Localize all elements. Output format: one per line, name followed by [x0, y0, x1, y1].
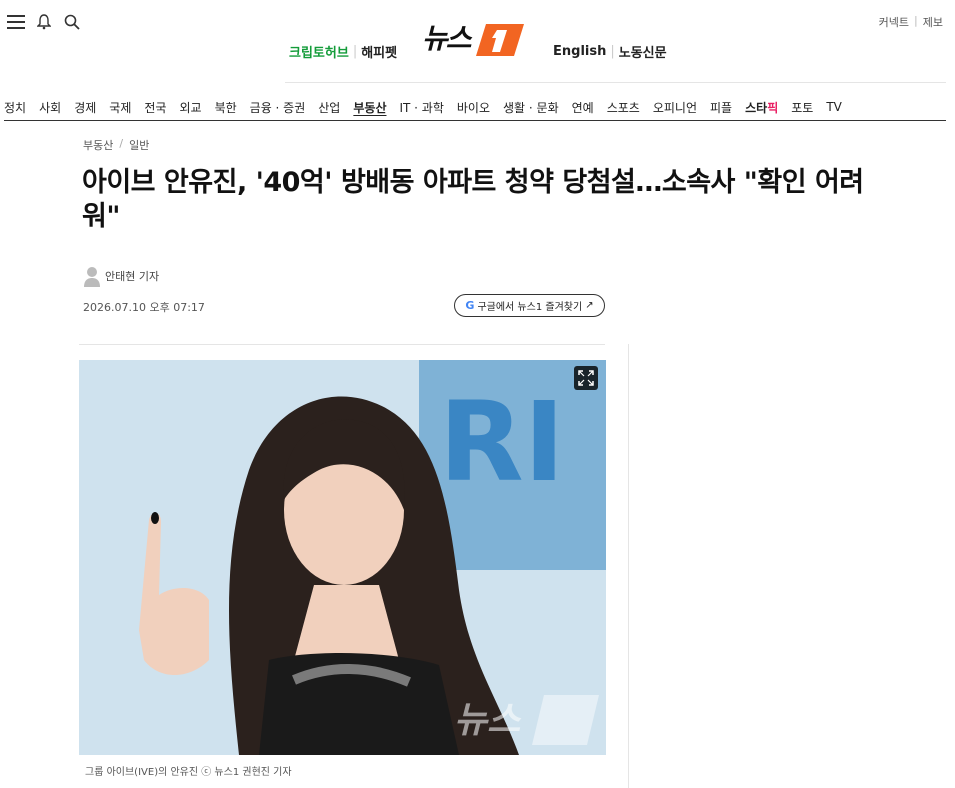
- article-photo[interactable]: RI 뉴스: [79, 360, 606, 755]
- reporter-avatar-icon: [84, 267, 100, 287]
- news1-logo[interactable]: 뉴스: [422, 18, 528, 62]
- google-icon: G: [465, 299, 475, 312]
- article-headline: 아이브 안유진, '40억' 방배동 아파트 청약 당첨설…소속사 "확인 어려…: [82, 167, 864, 232]
- breadcrumb-separator: /: [119, 137, 124, 150]
- nav-item-sports[interactable]: 스포츠: [607, 99, 640, 116]
- nav-item-life-culture[interactable]: 생활 · 문화: [503, 99, 559, 116]
- english-link[interactable]: English: [553, 44, 606, 59]
- svg-text:뉴스: 뉴스: [422, 22, 473, 55]
- nav-item-politics[interactable]: 정치: [4, 99, 26, 116]
- svg-text:뉴스: 뉴스: [454, 700, 522, 741]
- nav-item-photo[interactable]: 포토: [791, 99, 813, 116]
- breadcrumb: 부동산 / 일반: [83, 137, 149, 153]
- photo-caption: 그룹 아이브(IVE)의 안유진 ⓒ 뉴스1 권현진 기자: [85, 767, 292, 778]
- reporter-name[interactable]: 안태현 기자: [105, 268, 159, 284]
- nav-item-nationwide[interactable]: 전국: [144, 99, 166, 116]
- nav-item-economy[interactable]: 경제: [74, 99, 96, 116]
- north-korea-paper-link[interactable]: 노동신문: [619, 42, 667, 61]
- nav-item-starpick[interactable]: 스타픽: [745, 99, 778, 116]
- nav-item-it-science[interactable]: IT · 과학: [399, 99, 443, 116]
- starpick-sub: 픽: [767, 100, 779, 115]
- google-button-label: 구글에서 뉴스1 즐겨찾기: [477, 302, 583, 313]
- starpick-main: 스타: [745, 100, 768, 115]
- breadcrumb-section[interactable]: 부동산: [83, 137, 113, 153]
- breadcrumb-subsection[interactable]: 일반: [129, 137, 149, 153]
- header: 크립토허브 | 해피펫 뉴스 English | 노동신문: [0, 18, 955, 66]
- nav-item-finance[interactable]: 금융 · 증권: [250, 99, 306, 116]
- sidebar-divider: [628, 344, 629, 788]
- publish-date: 2026.07.10 오후 07:17: [83, 301, 205, 314]
- nav-item-bio[interactable]: 바이오: [457, 99, 490, 116]
- nav-item-opinion[interactable]: 오피니언: [653, 99, 697, 116]
- photo-illustration: RI 뉴스: [79, 360, 606, 755]
- google-favorite-button[interactable]: G 구글에서 뉴스1 즐겨찾기 ↗: [454, 294, 605, 317]
- happypet-link[interactable]: 해피펫: [361, 42, 397, 61]
- header-right-links: English | 노동신문: [553, 42, 667, 61]
- header-left-links: 크립토허브 | 해피펫: [289, 42, 397, 61]
- separator: |: [352, 44, 358, 59]
- byline: 안태현 기자: [83, 265, 159, 287]
- nav-item-tv[interactable]: TV: [826, 100, 842, 114]
- nav-item-entertainment[interactable]: 연예: [572, 99, 594, 116]
- nav-item-real-estate[interactable]: 부동산: [353, 99, 386, 116]
- nav-item-diplomacy[interactable]: 외교: [179, 99, 201, 116]
- main-nav: 정치 사회 경제 국제 전국 외교 북한 금융 · 증권 산업 부동산 IT ·…: [4, 96, 855, 118]
- nav-item-people[interactable]: 피플: [710, 99, 732, 116]
- nav-item-society[interactable]: 사회: [39, 99, 61, 116]
- external-arrow-icon: ↗: [585, 300, 594, 311]
- nav-item-international[interactable]: 국제: [109, 99, 131, 116]
- nav-item-industry[interactable]: 산업: [318, 99, 340, 116]
- expand-icon[interactable]: [574, 366, 598, 390]
- separator: |: [610, 44, 615, 59]
- article-divider: [79, 344, 605, 345]
- svg-text:RI: RI: [439, 378, 565, 506]
- crypto-hub-link[interactable]: 크립토허브: [289, 42, 349, 61]
- nav-item-north-korea[interactable]: 북한: [215, 99, 237, 116]
- nav-divider: [4, 120, 946, 121]
- header-divider: [285, 82, 946, 83]
